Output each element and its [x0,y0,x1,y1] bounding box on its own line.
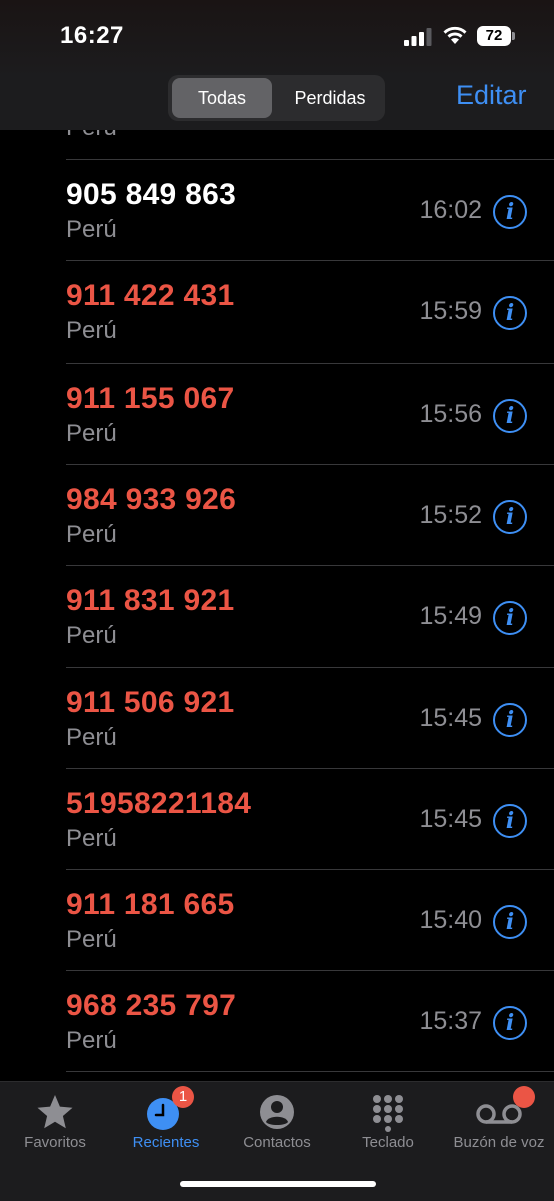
info-icon[interactable]: i [493,195,527,229]
info-icon[interactable]: i [493,703,527,737]
call-location: Perú [66,926,117,953]
edit-button[interactable]: Editar [456,80,527,111]
call-number: 984 933 926 [66,483,237,516]
info-icon[interactable]: i [493,804,527,838]
call-location: Perú [66,622,117,649]
call-time: 15:37 [419,1007,482,1035]
status-bar: 16:27 72 [0,0,554,70]
call-time: 15:52 [419,501,482,529]
tab-label: Teclado [362,1134,414,1151]
tab-favoritos[interactable]: Favoritos [0,1092,110,1151]
info-icon[interactable]: i [493,399,527,433]
call-number: 968 235 797 [66,989,237,1022]
call-number: 911 831 921 [66,584,235,617]
recents-badge: 1 [172,1086,194,1108]
call-row[interactable]: 911 181 665 Perú 15:40 i [0,870,554,971]
call-location: Perú [66,724,117,751]
call-time: 15:56 [419,400,482,428]
call-row[interactable]: 905 849 863 Perú 16:02 i [0,160,554,261]
info-icon[interactable]: i [493,1006,527,1040]
keypad-icon [373,1095,403,1132]
info-icon[interactable]: i [493,905,527,939]
info-icon[interactable]: i [493,296,527,330]
call-location: Perú [66,825,117,852]
call-number: 911 506 921 [66,686,235,719]
call-row[interactable]: 51958221184 Perú 15:45 i [0,769,554,870]
call-number: 905 849 863 [66,178,237,211]
call-location: Perú [66,216,117,243]
call-time: 15:45 [419,805,482,833]
call-row[interactable]: 968 235 797 Perú 15:37 i [0,971,554,1072]
person-circle-icon [260,1095,294,1129]
call-location: Perú [66,420,117,447]
tab-recientes[interactable]: 1 Recientes [111,1086,221,1151]
tab-label: Contactos [243,1134,311,1151]
status-time: 16:27 [60,22,124,49]
star-icon [37,1095,73,1129]
tab-buzon-de-voz[interactable]: Buzón de voz [444,1086,554,1151]
cellular-signal-icon [404,28,432,46]
call-time: 16:02 [419,196,482,224]
call-number: 911 181 665 [66,888,235,921]
tab-label: Recientes [132,1134,200,1151]
segmented-control: Todas Perdidas [168,75,385,121]
call-row[interactable]: 911 506 921 Perú 15:45 i [0,668,554,769]
call-time: 15:45 [419,704,482,732]
home-indicator[interactable] [180,1181,376,1187]
call-row[interactable]: 984 933 926 Perú 15:52 i [0,465,554,566]
recents-list[interactable]: Perú 905 849 863 Perú 16:02 i 911 422 43… [0,130,554,1081]
call-number: 911 422 431 [66,279,235,312]
partial-row-subtitle: Perú [66,130,117,142]
call-time: 15:49 [419,602,482,630]
tab-contactos[interactable]: Contactos [222,1092,332,1151]
voicemail-badge-dot [513,1086,535,1108]
call-number: 51958221184 [66,787,252,820]
tab-teclado[interactable]: Teclado [333,1092,443,1151]
call-location: Perú [66,1027,117,1054]
info-icon[interactable]: i [493,500,527,534]
battery-icon: 72 [477,26,517,48]
row-separator [66,1071,554,1072]
call-number: 911 155 067 [66,382,235,415]
segment-todas[interactable]: Todas [172,78,272,118]
battery-percentage: 72 [485,27,503,44]
call-time: 15:40 [419,906,482,934]
call-location: Perú [66,521,117,548]
call-time: 15:59 [419,297,482,325]
call-row[interactable]: 911 422 431 Perú 15:59 i [0,261,554,362]
tab-label: Buzón de voz [453,1134,545,1151]
info-icon[interactable]: i [493,601,527,635]
segment-perdidas[interactable]: Perdidas [278,78,382,118]
call-location: Perú [66,317,117,344]
tab-label: Favoritos [24,1134,86,1151]
call-row[interactable]: 911 155 067 Perú 15:56 i [0,364,554,465]
call-row[interactable]: 911 831 921 Perú 15:49 i [0,566,554,667]
wifi-icon [443,26,467,44]
